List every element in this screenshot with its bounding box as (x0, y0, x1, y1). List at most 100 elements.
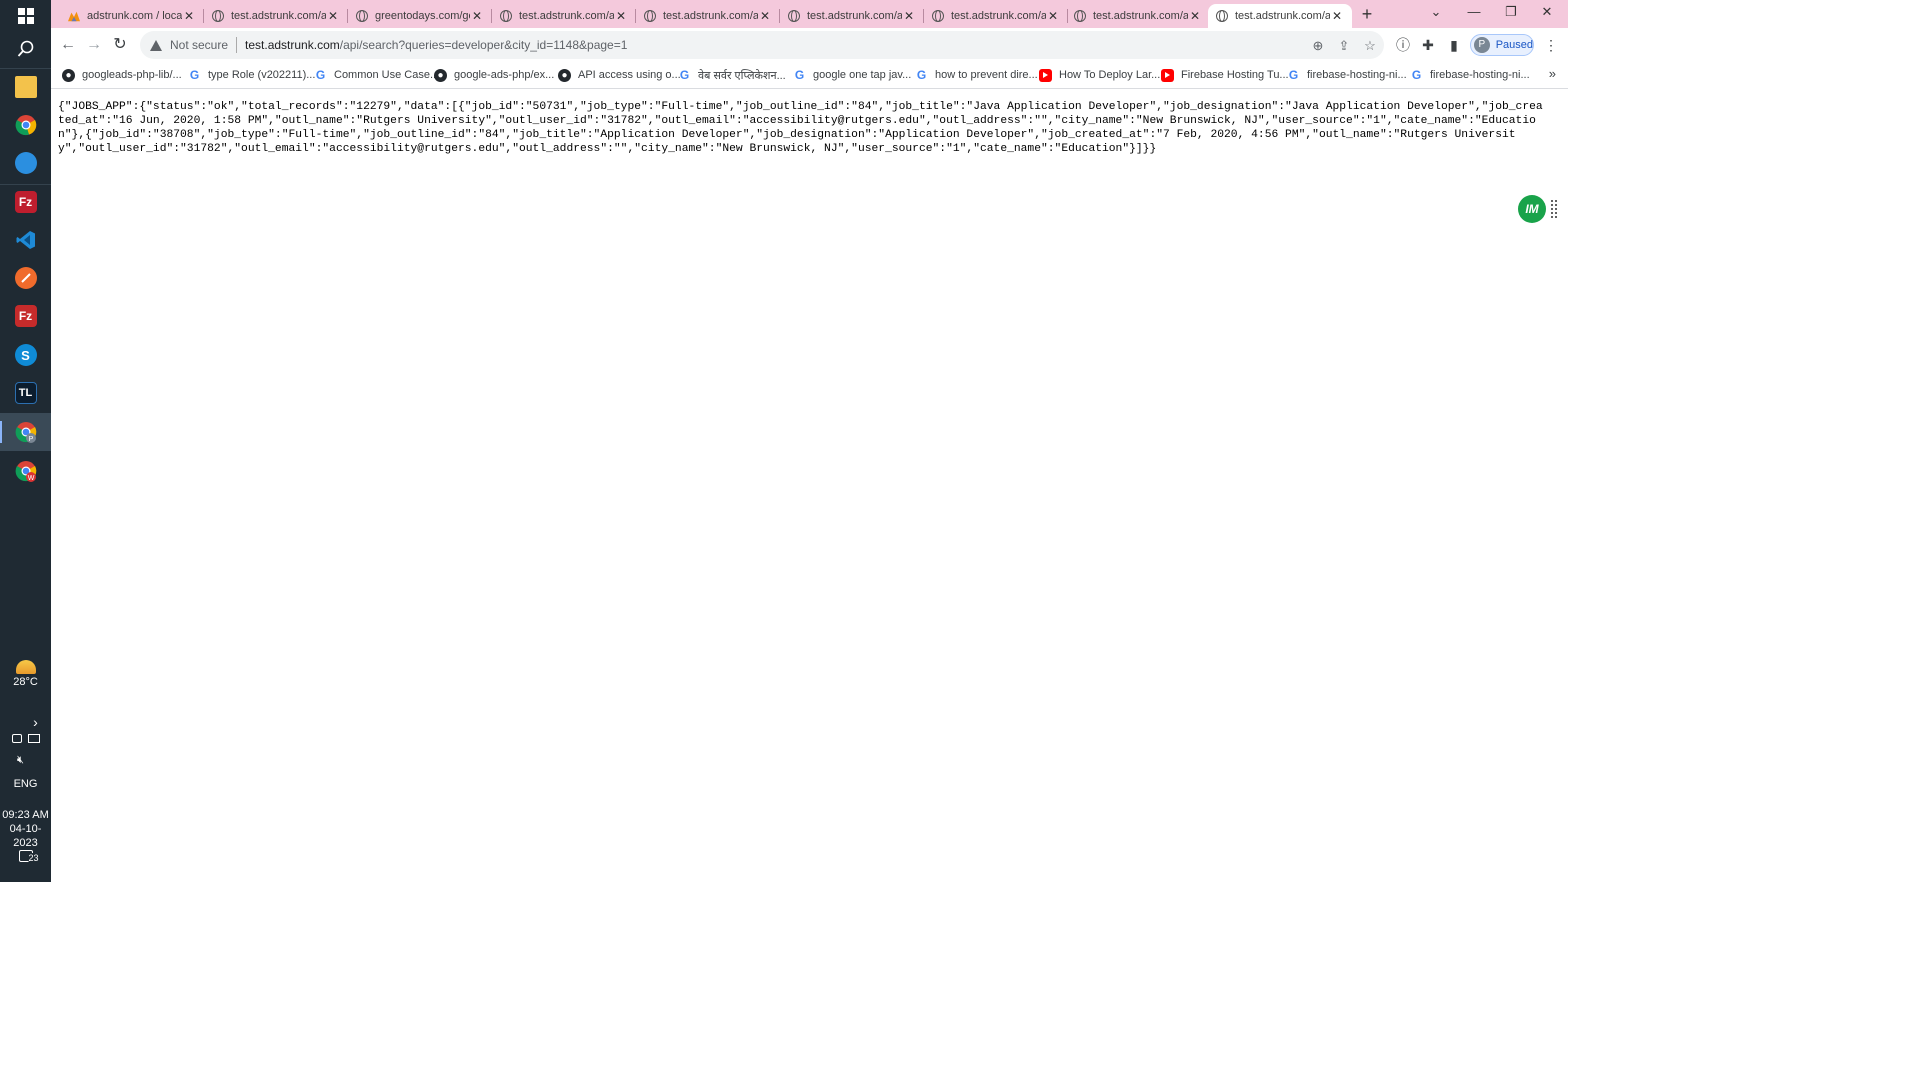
bookmark-11[interactable]: Gfirebase-hosting-ni... (1410, 66, 1530, 84)
globe-icon (356, 10, 368, 22)
extension-info-icon[interactable]: ⓘ (1394, 36, 1412, 54)
tab-4[interactable]: test.adstrunk.com/api ✕ (636, 4, 780, 28)
page-content: {"JOBS_APP":{"status":"ok","total_record… (51, 90, 1568, 882)
taskbar-vscode[interactable] (0, 221, 51, 259)
close-icon[interactable]: ✕ (470, 9, 484, 23)
close-icon[interactable]: ✕ (614, 9, 628, 23)
tab-search-button[interactable]: ⌄ (1418, 0, 1454, 28)
bookmark-4[interactable]: ● API access using o... (558, 66, 681, 84)
taskbar-tl-app[interactable]: TL (0, 374, 51, 412)
folder-icon (14, 76, 37, 98)
close-icon[interactable]: ✕ (758, 9, 772, 23)
bookmark-label: google one tap jav... (813, 69, 912, 81)
tab-7[interactable]: test.adstrunk.com/api ✕ (1066, 4, 1210, 28)
restore-button[interactable]: ❐ (1493, 0, 1529, 28)
bookmark-0[interactable]: ● googleads-php-lib/... (62, 66, 182, 84)
avatar: P (1474, 37, 1490, 53)
tab-title: test.adstrunk.com/api (1093, 10, 1188, 22)
tray-expand-button[interactable]: › (0, 714, 51, 730)
side-panel-icon[interactable]: ▮ (1445, 36, 1463, 54)
bookmark-9[interactable]: Firebase Hosting Tu... (1161, 66, 1289, 84)
notification-center-button[interactable]: 23 (0, 850, 51, 865)
globe-icon (1074, 10, 1086, 22)
close-icon[interactable]: ✕ (182, 9, 196, 23)
taskbar-file-explorer[interactable] (0, 68, 51, 106)
tab-6[interactable]: test.adstrunk.com/api ✕ (924, 4, 1068, 28)
close-icon[interactable]: ✕ (902, 9, 916, 23)
notification-icon: 23 (18, 850, 40, 863)
profile-button[interactable]: P Paused (1470, 34, 1534, 56)
language-indicator[interactable]: ENG (0, 778, 51, 790)
taskbar-filezilla[interactable]: Fz (0, 183, 51, 221)
taskbar-skype[interactable]: S (0, 336, 51, 374)
tab-title: test.adstrunk.com/api (1235, 10, 1330, 22)
tab-title: adstrunk.com / local (87, 10, 182, 22)
taskbar-filezilla-2[interactable]: Fz (0, 297, 51, 335)
tab-2[interactable]: greentodays.com/ge ✕ (348, 4, 492, 28)
minimize-button[interactable]: — (1456, 0, 1492, 28)
close-icon[interactable]: ✕ (326, 9, 340, 23)
tab-title: test.adstrunk.com/api (519, 10, 614, 22)
bookmark-8[interactable]: How To Deploy Lar... (1039, 66, 1160, 84)
bookmark-label: how to prevent dire... (935, 69, 1038, 81)
google-icon: G (189, 68, 200, 82)
forward-button[interactable]: → (82, 33, 106, 57)
drag-handle-icon[interactable] (1550, 199, 1558, 219)
taskbar-postman[interactable] (0, 259, 51, 297)
weather-sun-icon (15, 660, 36, 674)
taskbar: Fz Fz S TL P W 28°C › 🔇︎ ENG 09:23 AM 04… (0, 0, 51, 882)
meet-now-icon[interactable] (11, 734, 22, 743)
share-icon[interactable]: ⇪ (1336, 38, 1352, 54)
menu-kebab-icon[interactable]: ⋮ (1542, 36, 1560, 54)
chevron-right-icon: › (33, 714, 38, 730)
extensions-puzzle-icon[interactable]: ✚ (1419, 36, 1437, 54)
tab-3[interactable]: test.adstrunk.com/api ✕ (492, 4, 636, 28)
tab-1[interactable]: test.adstrunk.com/api ✕ (204, 4, 348, 28)
clock[interactable]: 09:23 AM 04-10-2023 (0, 808, 51, 850)
tab-title: test.adstrunk.com/api (807, 10, 902, 22)
bookmark-star-icon[interactable]: ☆ (1362, 38, 1378, 54)
new-tab-button[interactable]: + (1356, 3, 1378, 25)
close-icon[interactable]: ✕ (1188, 9, 1202, 23)
github-icon: ● (434, 68, 447, 82)
taskbar-chrome-profile-w[interactable]: W (0, 452, 51, 490)
bookmark-1[interactable]: Gtype Role (v202211)... (188, 66, 316, 84)
search-button[interactable] (0, 30, 51, 68)
bookmark-7[interactable]: Ghow to prevent dire... (915, 66, 1038, 84)
browser-toolbar: ← → ↻ Not secure test.adstrunk.com/api/s… (51, 28, 1568, 61)
bookmark-2[interactable]: G Common Use Case... (314, 66, 439, 84)
close-window-button[interactable]: ✕ (1529, 0, 1565, 28)
taskbar-chrome[interactable] (0, 106, 51, 144)
svg-text:W: W (27, 475, 34, 482)
taskbar-chrome-profile-p[interactable]: P (0, 413, 51, 451)
network-icon[interactable] (27, 734, 40, 743)
url-text[interactable]: test.adstrunk.com/api/search?queries=dev… (245, 38, 627, 52)
tab-5[interactable]: test.adstrunk.com/api ✕ (780, 4, 924, 28)
taskbar-browser-blue[interactable] (0, 144, 51, 182)
warning-icon[interactable] (150, 39, 162, 51)
back-button[interactable]: ← (56, 33, 80, 57)
bookmark-label: How To Deploy Lar... (1059, 69, 1161, 81)
not-secure-label[interactable]: Not secure (170, 38, 228, 52)
extension-floating-badge[interactable]: IM (1518, 195, 1546, 223)
weather-widget[interactable]: 28°C (0, 660, 51, 688)
close-icon[interactable]: ✕ (1046, 9, 1060, 23)
close-icon[interactable]: ✕ (1330, 9, 1344, 23)
address-bar[interactable]: Not secure test.adstrunk.com/api/search?… (140, 31, 1384, 59)
bookmark-10[interactable]: Gfirebase-hosting-ni... (1287, 66, 1407, 84)
bookmarks-overflow-icon[interactable]: » (1549, 66, 1556, 81)
bookmark-3[interactable]: ● google-ads-php/ex... (434, 66, 554, 84)
reload-button[interactable]: ↻ (108, 33, 132, 57)
bookmark-5[interactable]: G वेब सर्वर एप्लिकेशन... (678, 66, 786, 84)
tab-0[interactable]: adstrunk.com / local ✕ (60, 4, 204, 28)
bookmark-6[interactable]: Ggoogle one tap jav... (793, 66, 911, 84)
bookmark-label: type Role (v202211)... (208, 69, 316, 81)
start-button[interactable] (0, 0, 51, 32)
zoom-icon[interactable]: ⊕ (1310, 38, 1326, 54)
search-icon (17, 40, 33, 57)
volume-muted-icon[interactable]: 🔇︎ (0, 754, 51, 767)
notification-count: 23 (27, 853, 40, 863)
clock-date: 04-10-2023 (9, 823, 42, 849)
filezilla-icon: Fz (14, 305, 37, 327)
tab-8-active[interactable]: test.adstrunk.com/api ✕ (1208, 4, 1352, 28)
